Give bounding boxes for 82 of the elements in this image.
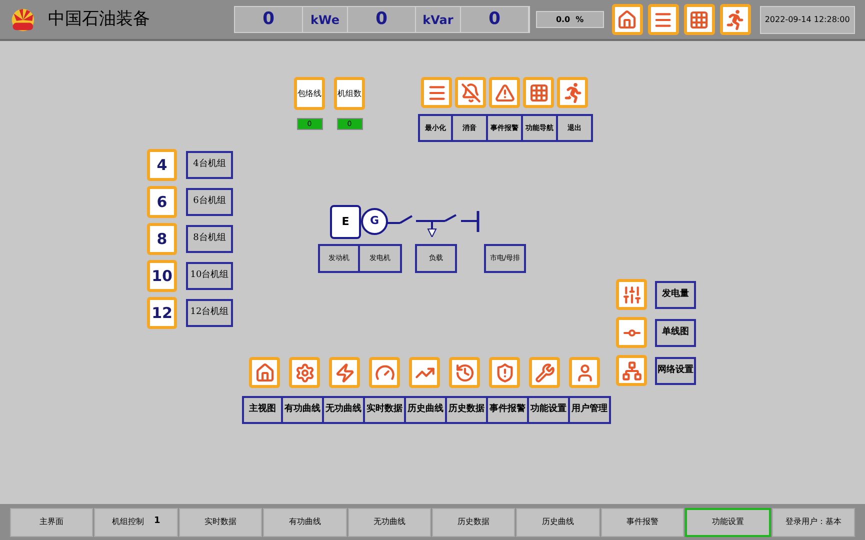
- grid-button[interactable]: [684, 4, 715, 35]
- unit-count-button[interactable]: 6: [147, 186, 177, 218]
- reading-unit: kWe: [303, 7, 348, 32]
- lightning-icon: [334, 362, 354, 382]
- tab-value: 1: [154, 515, 160, 528]
- footer-tab[interactable]: 实时数据: [178, 508, 262, 536]
- gauge-button[interactable]: [369, 357, 400, 388]
- flower-logo-icon: [10, 6, 36, 32]
- reading-value: 0: [235, 7, 303, 32]
- footer-tab[interactable]: 历史曲线: [516, 508, 600, 536]
- unit-count-button[interactable]: 8: [147, 223, 177, 255]
- shield-alert-icon: [494, 362, 514, 382]
- sliders-button[interactable]: [616, 279, 647, 310]
- warning-icon: [494, 82, 514, 102]
- muted-bell-button[interactable]: [455, 77, 486, 108]
- user-button[interactable]: [569, 357, 600, 388]
- date-time: 2022-09-14 12:28:00: [760, 6, 856, 34]
- footer-tab[interactable]: 主界面: [10, 508, 94, 536]
- reading-value: 0: [461, 7, 529, 32]
- generator-symbol: G: [361, 208, 388, 235]
- running-person-button[interactable]: [557, 77, 588, 108]
- unit-group-label: 8台机组: [186, 225, 233, 253]
- grid-icon: [528, 82, 548, 102]
- reading-value: 0: [348, 7, 416, 32]
- menu-label: 用户管理: [570, 396, 611, 424]
- history-button[interactable]: [449, 357, 480, 388]
- gear-icon: [294, 362, 314, 382]
- shield-alert-button[interactable]: [489, 357, 520, 388]
- menu-label: 历史数据: [447, 396, 488, 424]
- side-menu-label: 发电量: [655, 280, 696, 308]
- running-person-button[interactable]: [720, 4, 751, 35]
- history-icon: [454, 362, 474, 382]
- menu-button[interactable]: [648, 4, 679, 35]
- home-icon: [617, 10, 638, 30]
- unit-count-button[interactable]: 12: [147, 297, 177, 329]
- grid-icon: [689, 10, 710, 30]
- footer-tab[interactable]: 历史数据: [432, 508, 516, 536]
- footer-tab[interactable]: 事件报警: [600, 508, 684, 536]
- footer-tab[interactable]: 有功曲线: [263, 508, 347, 536]
- lightning-button[interactable]: [329, 357, 360, 388]
- gauge-icon: [374, 362, 394, 382]
- menu-label: 事件报警: [488, 396, 529, 424]
- muted-bell-icon: [460, 82, 480, 102]
- network-icon: [622, 360, 642, 380]
- unit-group-label: 10台机组: [186, 262, 233, 290]
- home-icon: [254, 362, 274, 382]
- reading-unit: kVar: [416, 7, 461, 32]
- unit-group-label: 12台机组: [186, 299, 233, 327]
- running-person-icon: [562, 82, 582, 102]
- unit-count-button[interactable]: 10: [147, 260, 177, 292]
- running-person-icon: [725, 10, 746, 30]
- unit-group-label: 6台机组: [186, 188, 233, 216]
- trend-line-button[interactable]: [409, 357, 440, 388]
- unit-count-button[interactable]: 4: [147, 149, 177, 181]
- menu-label: 有功曲线: [283, 396, 324, 424]
- menu-button[interactable]: [421, 77, 452, 108]
- menu-label: 功能设置: [529, 396, 570, 424]
- engine-symbol: E: [330, 205, 361, 239]
- wrench-button[interactable]: [529, 357, 560, 388]
- wrench-icon: [534, 362, 554, 382]
- grid-button[interactable]: [523, 77, 554, 108]
- network-button[interactable]: [616, 355, 647, 386]
- side-menu-label: 网络设置: [655, 356, 696, 384]
- counter-button[interactable]: 包络线: [294, 77, 325, 110]
- tab-label: 机组控制: [112, 516, 144, 528]
- warning-button[interactable]: [489, 77, 520, 108]
- home-button[interactable]: [249, 357, 280, 388]
- footer-tab[interactable]: 机组控制 1: [94, 508, 178, 536]
- gear-button[interactable]: [289, 357, 320, 388]
- unit-group-label: 4台机组: [186, 151, 233, 179]
- menu-label: 实时数据: [365, 396, 406, 424]
- menu-label: 历史曲线: [406, 396, 447, 424]
- footer-tab[interactable]: 功能设置: [685, 508, 771, 536]
- menu-label: 主视图: [242, 396, 283, 424]
- footer-tab[interactable]: 无功曲线: [348, 508, 432, 536]
- home-button[interactable]: [612, 4, 643, 35]
- sliders-icon: [622, 284, 642, 304]
- menu-label: 无功曲线: [324, 396, 365, 424]
- app-title: 中国石油装备: [48, 8, 151, 31]
- side-menu-label: 单线图: [655, 318, 696, 346]
- counter-button[interactable]: 机组数: [334, 77, 365, 110]
- footer-tab[interactable]: 登录用户：基本: [772, 508, 856, 536]
